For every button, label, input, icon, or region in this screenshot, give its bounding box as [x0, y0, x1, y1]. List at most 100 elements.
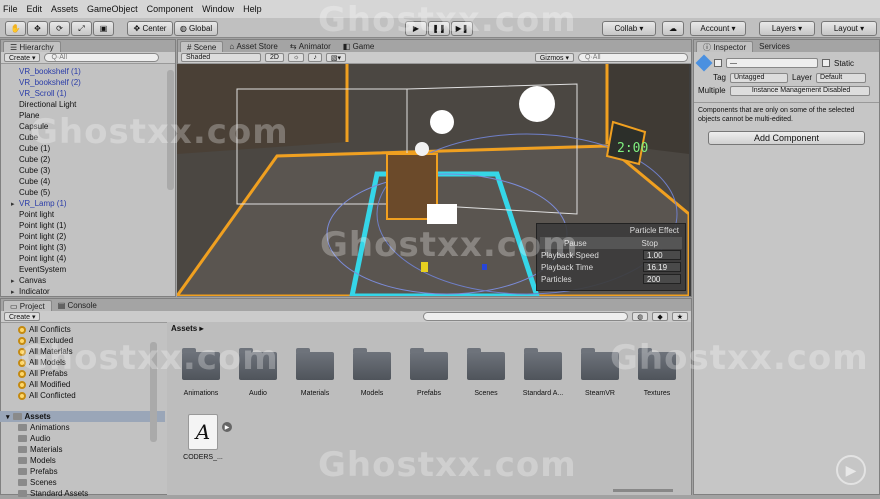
favorite-item[interactable]: All Conflicted — [0, 390, 165, 401]
hierarchy-item[interactable]: Cube (2) — [1, 154, 175, 165]
hand-tool-button[interactable]: ✋ — [5, 21, 26, 36]
effects-dropdown[interactable]: ▧ ▾ — [325, 53, 347, 62]
hierarchy-item[interactable]: Directional Light — [1, 99, 175, 110]
folder-asset[interactable]: Animations — [175, 348, 227, 397]
filter-type-button[interactable]: ◍ — [632, 312, 649, 321]
favorite-item[interactable]: All Prefabs — [0, 368, 165, 379]
folder-asset[interactable]: Prefabs — [403, 348, 455, 397]
hierarchy-item[interactable]: Cube — [1, 132, 175, 143]
hierarchy-item[interactable]: Indicator — [1, 286, 175, 296]
favorite-item[interactable]: All Modified — [0, 379, 165, 390]
hierarchy-item[interactable]: Point light — [1, 209, 175, 220]
hierarchy-search-input[interactable]: Q·All — [44, 53, 160, 62]
assets-root-item[interactable]: ▾ Assets — [0, 411, 165, 422]
hierarchy-item[interactable]: Canvas — [1, 275, 175, 286]
folder-asset[interactable]: Materials — [289, 348, 341, 397]
favorite-item[interactable]: All Materials — [0, 346, 165, 357]
layer-dropdown[interactable]: Default — [816, 72, 867, 83]
pause-button[interactable]: ❚❚ — [428, 21, 450, 36]
favorite-item[interactable]: All Models — [0, 357, 165, 368]
hierarchy-item[interactable]: Cube (4) — [1, 176, 175, 187]
zoom-slider[interactable] — [613, 489, 673, 492]
hierarchy-item[interactable]: Point light (1) — [1, 220, 175, 231]
static-checkbox[interactable] — [822, 59, 830, 67]
menu-edit[interactable]: Edit — [27, 4, 43, 14]
cloud-button[interactable]: ☁ — [662, 21, 684, 36]
folder-asset[interactable]: SteamVR — [574, 348, 626, 397]
filter-label-button[interactable]: ◆ — [652, 312, 668, 321]
folder-asset[interactable]: Standard A... — [517, 348, 569, 397]
hierarchy-item[interactable]: VR_bookshelf (1) — [1, 66, 175, 77]
pivot-toggle-button[interactable]: ✥ Center — [127, 21, 173, 36]
hierarchy-item[interactable]: VR_bookshelf (2) — [1, 77, 175, 88]
folder-asset[interactable]: Audio — [232, 348, 284, 397]
menu-assets[interactable]: Assets — [51, 4, 78, 14]
rect-tool-button[interactable]: ▣ — [93, 21, 114, 36]
particle-pause-button[interactable]: Pause — [544, 239, 587, 248]
lighting-toggle[interactable]: ☼ — [287, 53, 305, 62]
step-button[interactable]: ▶❚ — [451, 21, 473, 36]
tab-scene[interactable]: # Scene — [180, 41, 224, 52]
folder-asset[interactable]: Textures — [631, 348, 683, 397]
folder-asset[interactable]: Scenes — [460, 348, 512, 397]
tab-console[interactable]: ▤ Console — [52, 300, 103, 311]
space-toggle-button[interactable]: ◍ Global — [174, 21, 218, 36]
tree-folder-item[interactable]: Standard Assets — [0, 488, 165, 499]
hierarchy-item[interactable]: Cube (5) — [1, 187, 175, 198]
active-checkbox[interactable] — [714, 59, 722, 67]
menu-gameobject[interactable]: GameObject — [87, 4, 138, 14]
hierarchy-item[interactable]: Plane — [1, 110, 175, 121]
project-create-button[interactable]: Create ▾ — [4, 312, 41, 321]
tab-game[interactable]: ◧ Game — [337, 41, 381, 52]
tree-folder-item[interactable]: Scenes — [0, 477, 165, 488]
layers-dropdown[interactable]: Layers ▾ — [759, 21, 815, 36]
tree-folder-item[interactable]: Materials — [0, 444, 165, 455]
hierarchy-item[interactable]: VR_Scroll (1) — [1, 88, 175, 99]
tab-animator[interactable]: ⇆ Animator — [284, 41, 337, 52]
project-tree-scrollbar[interactable] — [150, 342, 157, 442]
tree-folder-item[interactable]: Prefabs — [0, 466, 165, 477]
menu-window[interactable]: Window — [202, 4, 234, 14]
script-asset[interactable]: A CODERS_... — [177, 414, 229, 461]
hierarchy-item[interactable]: Point light (3) — [1, 242, 175, 253]
tree-folder-item[interactable]: Animations — [0, 422, 165, 433]
playback-speed-field[interactable]: 1.00 — [643, 250, 681, 260]
scene-search-input[interactable]: Q·All — [578, 53, 688, 62]
add-component-button[interactable]: Add Component — [708, 131, 865, 145]
project-search-input[interactable] — [423, 312, 629, 321]
menu-component[interactable]: Component — [147, 4, 194, 14]
tree-folder-item[interactable]: Audio — [0, 433, 165, 444]
favorite-item[interactable]: All Conflicts — [0, 324, 165, 335]
mode-2d-button[interactable]: 2D — [265, 53, 284, 62]
play-button[interactable]: ▶ — [405, 21, 427, 36]
audio-toggle[interactable]: ♪ — [308, 53, 322, 62]
rotate-tool-button[interactable]: ⟳ — [49, 21, 70, 36]
gizmos-dropdown[interactable]: Gizmos ▾ — [534, 53, 574, 62]
move-tool-button[interactable]: ✥ — [27, 21, 48, 36]
tab-services[interactable]: Services — [753, 41, 796, 52]
hierarchy-item[interactable]: Capsule — [1, 121, 175, 132]
tab-hierarchy[interactable]: ☰ Hierarchy — [3, 41, 61, 52]
tab-asset-store[interactable]: ⌂ Asset Store — [223, 41, 283, 52]
playback-time-field[interactable]: 16.19 — [643, 262, 681, 272]
collab-dropdown[interactable]: Collab ▾ — [602, 21, 656, 36]
tree-folder-item[interactable]: Models — [0, 455, 165, 466]
folder-asset[interactable]: Models — [346, 348, 398, 397]
hierarchy-item[interactable]: Point light (4) — [1, 253, 175, 264]
tab-inspector[interactable]: ⓘ Inspector — [696, 41, 754, 52]
expand-asset-icon[interactable]: ▶ — [222, 422, 232, 432]
tag-dropdown[interactable]: Untagged — [730, 72, 788, 83]
hierarchy-item[interactable]: EventSystem — [1, 264, 175, 275]
assets-breadcrumb[interactable]: Assets ▸ — [167, 322, 691, 335]
layout-dropdown[interactable]: Layout ▾ — [821, 21, 877, 36]
hierarchy-item[interactable]: Cube (1) — [1, 143, 175, 154]
favorite-button[interactable]: ★ — [671, 312, 688, 321]
tab-project[interactable]: ▭ Project — [3, 300, 52, 311]
hierarchy-scrollbar[interactable] — [167, 70, 174, 190]
hierarchy-create-button[interactable]: Create ▾ — [4, 53, 41, 62]
hierarchy-item[interactable]: Cube (3) — [1, 165, 175, 176]
favorite-item[interactable]: All Excluded — [0, 335, 165, 346]
particles-field[interactable]: 200 — [643, 274, 681, 284]
object-name-field[interactable]: — — [726, 58, 818, 68]
hierarchy-item[interactable]: VR_Lamp (1) — [1, 198, 175, 209]
